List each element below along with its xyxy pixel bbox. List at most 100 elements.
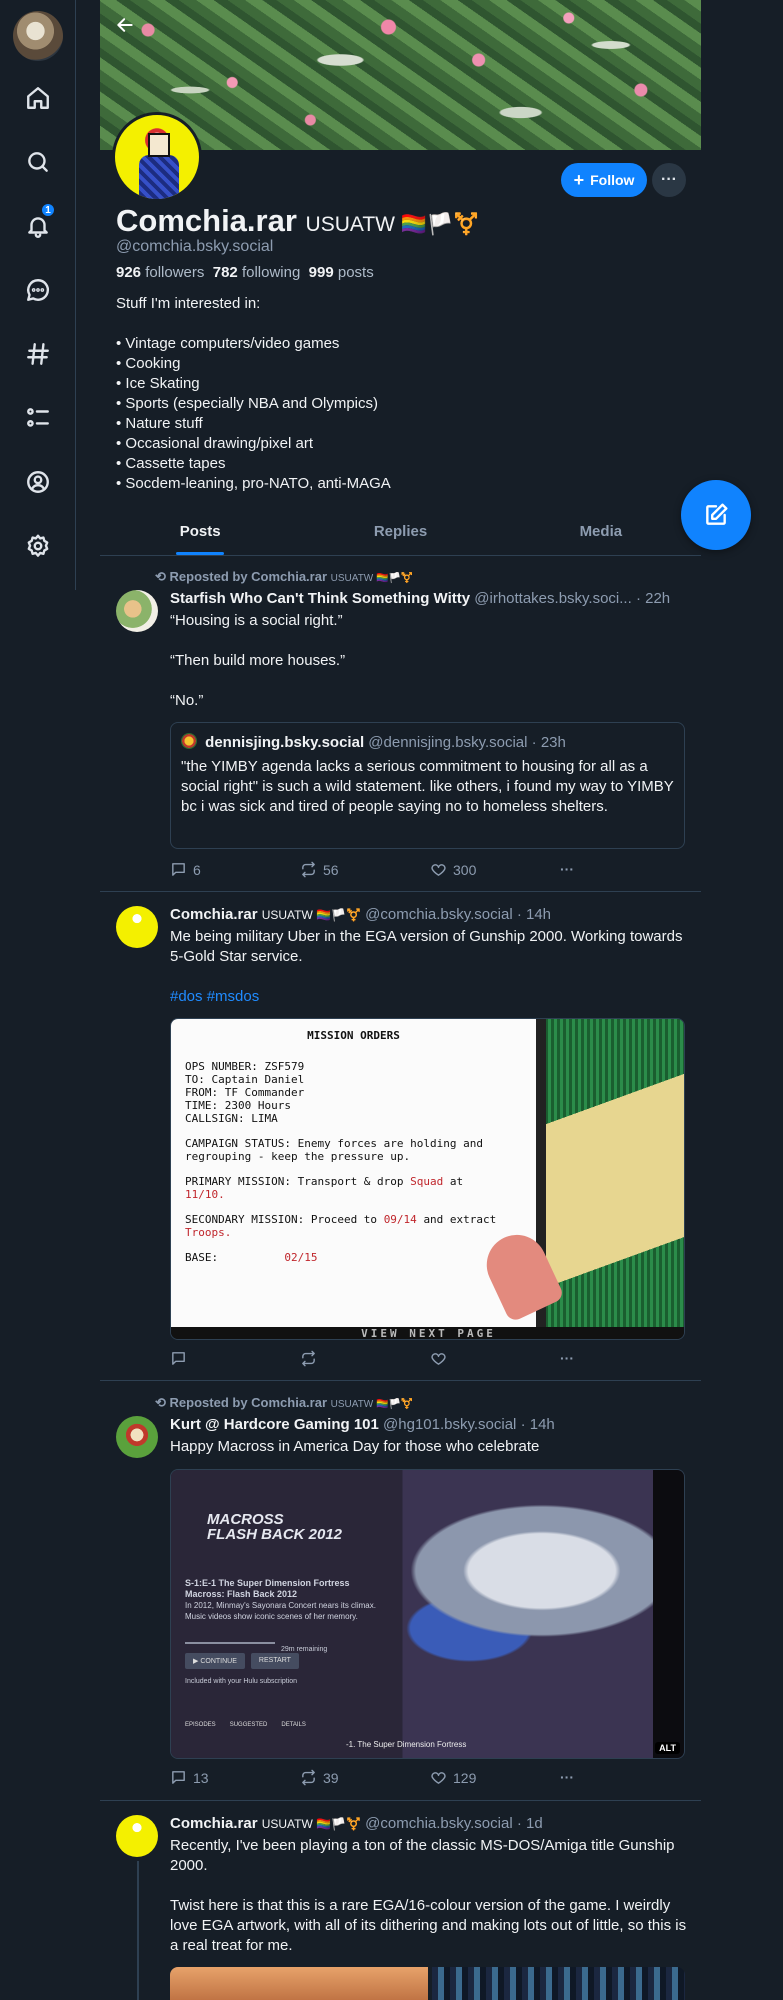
repost-button[interactable] [300, 1350, 323, 1367]
post-header: Comchia.rar USUATW 🏳️‍🌈🏳️⚧️ @comchia.bsk… [170, 906, 690, 923]
post-more-button[interactable]: ··· [560, 861, 574, 877]
posts-label: posts [337, 264, 374, 281]
profile-tabs: Posts Replies Media [100, 516, 701, 556]
post-author[interactable]: Kurt @ Hardcore Gaming 101 [170, 1416, 379, 1433]
repost-icon: ⟲ [155, 1395, 166, 1410]
quote-handle: @dennisjing.bsky.social [368, 734, 528, 751]
left-nav: 1 [0, 0, 76, 590]
post-image[interactable]: MACROSS FLASH BACK 2012 S-1:E-1 The Supe… [170, 1469, 685, 1759]
reply-icon [172, 1771, 185, 1784]
macross-tab: DETAILS [281, 1722, 306, 1728]
post-avatar[interactable] [116, 906, 158, 948]
repost-icon [302, 1350, 315, 1367]
bio-line: • Cooking [116, 355, 181, 372]
profile-avatar[interactable] [112, 112, 202, 202]
post-more-button[interactable]: ··· [560, 1769, 574, 1785]
mission-base-loc: 02/15 [284, 1251, 318, 1264]
mission-row: FROM: TF Commander [185, 1086, 305, 1099]
post-image-2[interactable] [432, 1967, 685, 2000]
reply-count: 6 [193, 861, 201, 878]
alt-badge[interactable]: ALT [655, 1742, 680, 1754]
repost-line: ⟲ Reposted by Comchia.rar USUATW 🏳️‍🌈🏳️⚧… [155, 1395, 413, 1411]
reply-button[interactable] [170, 1350, 193, 1367]
thread-line [137, 1861, 139, 2000]
compose-button[interactable] [681, 480, 751, 550]
profile-handle: @comchia.bsky.social [116, 238, 274, 255]
macross-subscription: Included with your Hulu subscription [185, 1678, 298, 1685]
profile-more-button[interactable]: ··· [652, 163, 686, 197]
display-name-suffix: USUATW 🏳️‍🌈🏳️⚧️ [305, 213, 480, 236]
bell-icon[interactable]: 1 [18, 202, 58, 246]
post-text: Recently, I've been playing a ton of the… [170, 1836, 690, 1956]
post-text-line: “Then build more houses.” [170, 652, 346, 669]
repost-by[interactable]: Reposted by Comchia.rar [170, 1395, 328, 1410]
post-handle[interactable]: @irhottakes.bsky.soci... [474, 590, 632, 607]
post-time[interactable]: · 1d [517, 1815, 543, 1832]
post-time[interactable]: · 22h [636, 590, 670, 607]
reply-icon [172, 1352, 185, 1365]
post-time[interactable]: · 14h [517, 906, 551, 923]
post-handle[interactable]: @hg101.bsky.social [383, 1416, 516, 1433]
post-text: Me being military Uber in the EGA versio… [170, 927, 690, 1007]
reply-button[interactable]: 6 [170, 861, 201, 878]
search-icon[interactable] [18, 142, 58, 182]
post-author[interactable]: Starfish Who Can't Think Something Witty [170, 590, 470, 607]
my-avatar[interactable] [13, 11, 63, 61]
post-images[interactable] [170, 1967, 685, 2000]
display-name-text: Comchia.rar [116, 203, 297, 238]
hashtag-icon[interactable] [18, 334, 58, 374]
repost-count: 39 [323, 1769, 339, 1786]
following-count[interactable]: 782 [213, 264, 238, 281]
like-button[interactable] [430, 1350, 453, 1367]
followers-count[interactable]: 926 [116, 264, 141, 281]
quote-avatar [181, 733, 197, 749]
post-author[interactable]: Comchia.rar [170, 906, 258, 923]
feed-post[interactable]: Comchia.rar USUATW 🏳️‍🌈🏳️⚧️ @comchia.bsk… [100, 1801, 701, 2000]
repost-button[interactable]: 56 [300, 861, 339, 878]
mission-squad: Squad [410, 1175, 444, 1188]
post-handle[interactable]: @comchia.bsky.social [365, 906, 513, 923]
repost-suffix: USUATW 🏳️‍🌈🏳️⚧️ [330, 1399, 414, 1410]
home-icon[interactable] [18, 78, 58, 118]
feed-post[interactable]: ⟲ Reposted by Comchia.rar USUATW 🏳️‍🌈🏳️⚧… [100, 1381, 701, 1801]
profile-icon[interactable] [18, 462, 58, 502]
quoted-post[interactable]: dennisjing.bsky.social @dennisjing.bsky.… [170, 722, 685, 849]
follow-button[interactable]: + Follow [561, 163, 647, 197]
following-label[interactable]: following [242, 264, 300, 281]
like-button[interactable]: 129 [430, 1769, 476, 1786]
profile-stats: 926 followers 782 following 999 posts [116, 264, 374, 281]
followers-label[interactable]: followers [145, 264, 204, 281]
plus-icon: + [573, 170, 585, 190]
like-button[interactable]: 300 [430, 861, 476, 878]
reply-button[interactable]: 13 [170, 1769, 209, 1786]
macross-title-1: MACROSS [207, 1511, 284, 1528]
back-arrow-icon[interactable] [110, 10, 140, 40]
reply-count: 13 [193, 1769, 209, 1786]
tab-media[interactable]: Media [501, 516, 701, 555]
list-icon[interactable] [18, 398, 58, 438]
macross-title-2: FLASH BACK 2012 [207, 1526, 343, 1543]
post-time[interactable]: · 14h [521, 1416, 555, 1433]
chat-icon[interactable] [18, 270, 58, 310]
post-avatar[interactable] [116, 1416, 158, 1458]
feed-post[interactable]: Comchia.rar USUATW 🏳️‍🌈🏳️⚧️ @comchia.bsk… [100, 892, 701, 1381]
tab-posts[interactable]: Posts [100, 516, 300, 555]
mission-primary: PRIMARY MISSION: Transport & drop [185, 1175, 404, 1188]
post-image-1[interactable] [170, 1967, 428, 2000]
bio-line: • Socdem-leaning, pro-NATO, anti-MAGA [116, 475, 391, 492]
tab-replies[interactable]: Replies [300, 516, 500, 555]
repost-by[interactable]: Reposted by Comchia.rar [170, 569, 328, 584]
feed-post[interactable]: ⟲ Reposted by Comchia.rar USUATW 🏳️‍🌈🏳️⚧… [100, 557, 701, 892]
settings-icon[interactable] [18, 526, 58, 566]
post-header: Comchia.rar USUATW 🏳️‍🌈🏳️⚧️ @comchia.bsk… [170, 1815, 690, 1832]
post-avatar[interactable] [116, 1815, 158, 1857]
mission-row: PRIMARY MISSION: Transport & drop Squad … [185, 1175, 522, 1188]
post-avatar[interactable] [116, 590, 158, 632]
post-handle[interactable]: @comchia.bsky.social [365, 1815, 513, 1832]
post-text: “Housing is a social right.” “Then build… [170, 611, 690, 711]
post-more-button[interactable]: ··· [560, 1350, 574, 1366]
post-author[interactable]: Comchia.rar [170, 1815, 258, 1832]
post-hashtags[interactable]: #dos #msdos [170, 987, 690, 1007]
post-image[interactable]: MISSION ORDERS OPS NUMBER: ZSF579 TO: Ca… [170, 1018, 685, 1340]
repost-button[interactable]: 39 [300, 1769, 339, 1786]
